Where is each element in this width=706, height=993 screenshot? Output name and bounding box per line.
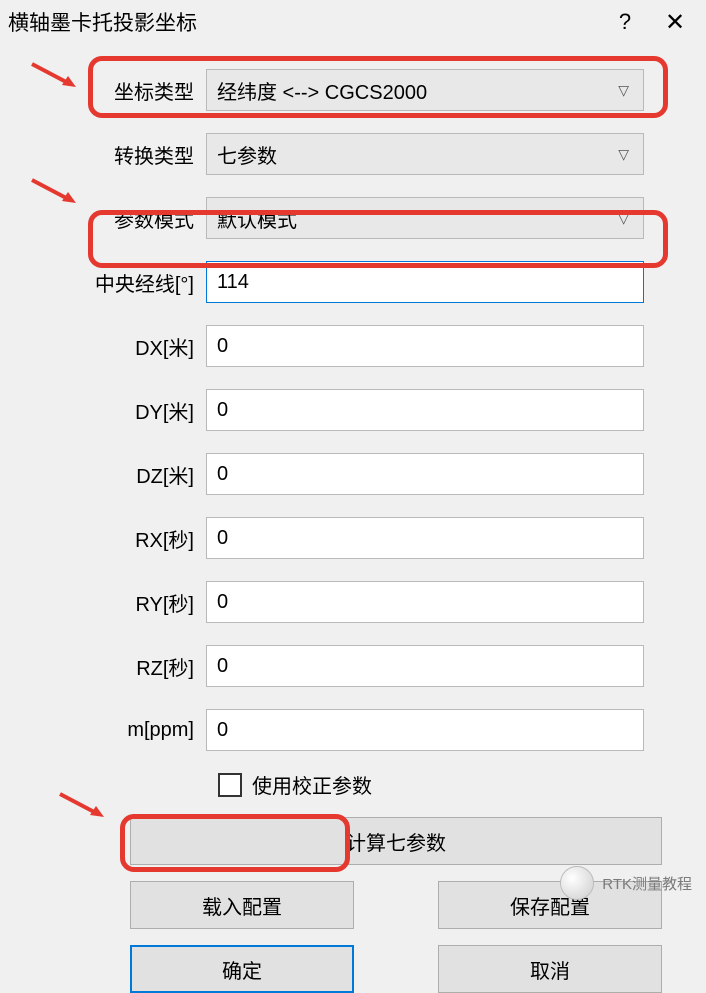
param-mode-label: 参数模式 xyxy=(0,204,206,233)
watermark-icon xyxy=(560,866,594,900)
param-mode-select[interactable]: 默认模式 ▽ xyxy=(206,197,644,239)
rz-label: RZ[秒] xyxy=(0,652,206,681)
convert-type-select[interactable]: 七参数 ▽ xyxy=(206,133,644,175)
rx-label: RX[秒] xyxy=(0,524,206,553)
chevron-down-icon: ▽ xyxy=(618,82,629,99)
m-label: m[ppm] xyxy=(0,719,206,742)
watermark-text: RTK测量教程 xyxy=(602,873,692,894)
load-config-button[interactable]: 载入配置 xyxy=(130,881,354,929)
calc-seven-params-button[interactable]: 计算七参数 xyxy=(130,817,662,865)
ok-button[interactable]: 确定 xyxy=(130,945,354,993)
dy-label: DY[米] xyxy=(0,396,206,425)
convert-type-value: 七参数 xyxy=(217,140,277,169)
titlebar: 横轴墨卡托投影坐标 ? ✕ xyxy=(0,0,706,44)
dz-label: DZ[米] xyxy=(0,460,206,489)
help-button[interactable]: ? xyxy=(600,0,650,44)
central-meridian-input[interactable] xyxy=(206,261,644,303)
window-title: 横轴墨卡托投影坐标 xyxy=(8,7,600,37)
coord-type-label: 坐标类型 xyxy=(0,76,206,105)
ry-label: RY[秒] xyxy=(0,588,206,617)
central-meridian-label: 中央经线[°] xyxy=(0,268,206,297)
use-correction-checkbox[interactable] xyxy=(218,773,242,797)
dx-label: DX[米] xyxy=(0,332,206,361)
watermark: RTK测量教程 xyxy=(560,866,692,900)
chevron-down-icon: ▽ xyxy=(618,146,629,163)
dy-input[interactable] xyxy=(206,389,644,431)
form: 坐标类型 经纬度 <--> CGCS2000 ▽ 转换类型 七参数 ▽ 参数模式… xyxy=(0,44,706,993)
close-button[interactable]: ✕ xyxy=(650,0,700,44)
convert-type-label: 转换类型 xyxy=(0,140,206,169)
m-input[interactable] xyxy=(206,709,644,751)
param-mode-value: 默认模式 xyxy=(217,204,297,233)
use-correction-label: 使用校正参数 xyxy=(252,770,372,799)
coord-type-select[interactable]: 经纬度 <--> CGCS2000 ▽ xyxy=(206,69,644,111)
rx-input[interactable] xyxy=(206,517,644,559)
coord-type-value: 经纬度 <--> CGCS2000 xyxy=(217,76,427,105)
ry-input[interactable] xyxy=(206,581,644,623)
cancel-button[interactable]: 取消 xyxy=(438,945,662,993)
dz-input[interactable] xyxy=(206,453,644,495)
rz-input[interactable] xyxy=(206,645,644,687)
dx-input[interactable] xyxy=(206,325,644,367)
chevron-down-icon: ▽ xyxy=(618,210,629,227)
